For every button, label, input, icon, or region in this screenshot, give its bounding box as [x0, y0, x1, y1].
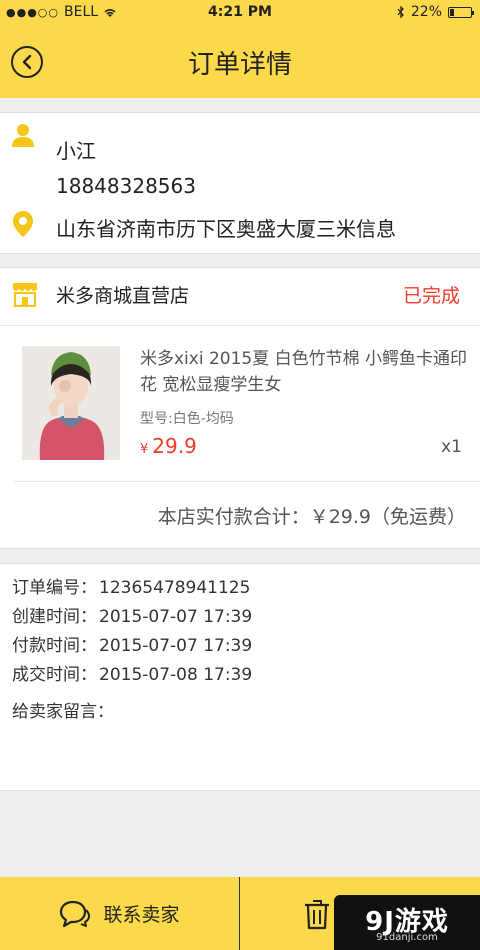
- battery-percent: 22%: [410, 4, 442, 20]
- person-icon: [10, 122, 36, 148]
- location-pin-icon: [10, 211, 36, 237]
- completed-time-label: 成交时间：: [12, 665, 97, 685]
- product-item[interactable]: 米多xixi 2015夏 白色竹节棉 小鳄鱼卡通印花 宽松显瘦学生女 型号:白色…: [0, 326, 480, 481]
- created-time-line: 创建时间： 2015-07-07 17:39: [12, 602, 252, 627]
- status-bar: ●●●○○ BELL 4:21 PM 22%: [0, 0, 480, 26]
- site-watermark: 9J游戏 91danji.com: [334, 895, 480, 950]
- status-right: 22%: [397, 4, 474, 20]
- recipient-phone: 18848328563: [56, 174, 196, 198]
- contact-seller-label: 联系卖家: [103, 904, 180, 926]
- store-name: 米多商城直营店: [56, 285, 190, 307]
- product-spec: 型号:白色-均码: [140, 411, 234, 427]
- battery-icon: [448, 6, 474, 18]
- order-number-label: 订单编号：: [12, 578, 97, 598]
- created-time-value: 2015-07-07 17:39: [99, 607, 253, 627]
- seller-message-label: 给卖家留言：: [12, 702, 114, 722]
- product-thumbnail: [22, 346, 120, 460]
- paid-time-value: 2015-07-07 17:39: [99, 636, 253, 656]
- order-total-row: 本店实付款合计：￥29.9（免运费）: [14, 481, 480, 550]
- paid-time-label: 付款时间：: [12, 636, 97, 656]
- bluetooth-icon: [397, 5, 404, 18]
- product-quantity: x1: [441, 437, 462, 457]
- watermark-url: 91danji.com: [376, 932, 438, 943]
- recipient-name: 小江: [56, 139, 96, 163]
- paid-time-line: 付款时间： 2015-07-07 17:39: [12, 631, 252, 656]
- price-value: 29.9: [152, 434, 197, 458]
- completed-time-line: 成交时间： 2015-07-08 17:39: [12, 660, 252, 685]
- order-total: 本店实付款合计：￥29.9（免运费）: [157, 506, 466, 528]
- order-status-badge: 已完成: [402, 285, 460, 307]
- order-card: 米多商城直营店 已完成 米多xixi 2015夏 白色竹节棉 小鳄鱼卡通印花 宽…: [0, 267, 480, 549]
- order-number-value: 12365478941125: [99, 578, 251, 598]
- nav-bar: 订单详情: [0, 26, 480, 98]
- order-info-card: 订单编号： 12365478941125 创建时间： 2015-07-07 17:3…: [0, 563, 480, 791]
- store-row[interactable]: 米多商城直营店 已完成: [0, 268, 480, 326]
- completed-time-value: 2015-07-08 17:39: [99, 665, 253, 685]
- created-time-label: 创建时间：: [12, 607, 97, 627]
- trash-icon: [305, 899, 329, 929]
- product-title: 米多xixi 2015夏 白色竹节棉 小鳄鱼卡通印花 宽松显瘦学生女: [140, 349, 468, 395]
- recipient-address: 山东省济南市历下区奥盛大厦三米信息: [56, 217, 396, 241]
- page-title: 订单详情: [187, 50, 292, 80]
- chat-icon: [60, 900, 91, 927]
- address-card: 小江 18848328563 山东省济南市历下区奥盛大厦三米信息: [0, 112, 480, 254]
- currency-symbol: ¥: [140, 442, 149, 457]
- contact-seller-button[interactable]: 联系卖家: [0, 877, 239, 950]
- order-number-line: 订单编号： 12365478941125: [12, 573, 250, 598]
- store-icon: [12, 281, 38, 308]
- product-price: ¥ 29.9: [140, 434, 197, 458]
